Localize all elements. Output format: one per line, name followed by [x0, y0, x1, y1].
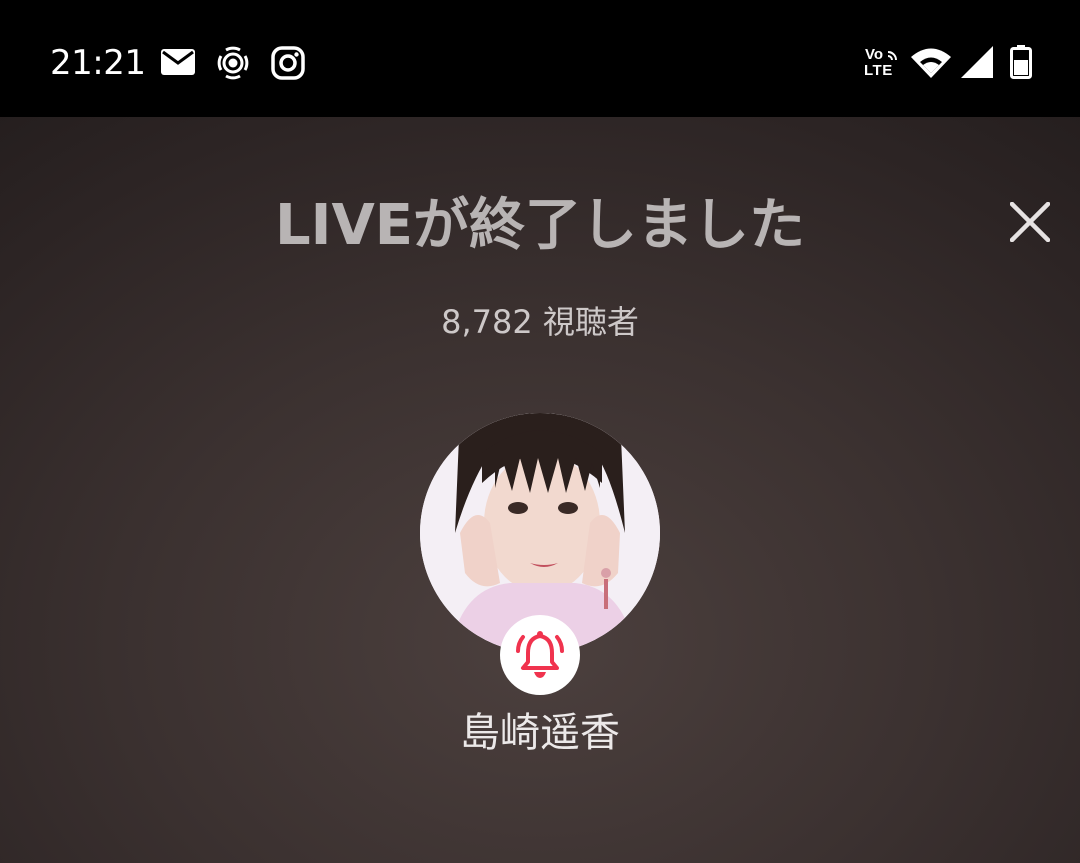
viewer-count: 8,782 視聴者 — [441, 303, 639, 341]
mail-icon — [161, 49, 195, 75]
wifi-icon — [911, 48, 951, 78]
host-name: 島崎遥香 — [460, 710, 620, 756]
broadcast-icon — [217, 46, 249, 80]
status-bar: 21:21 Vo LTE — [0, 0, 1080, 117]
cell-signal-icon — [961, 46, 993, 78]
notify-bell-button[interactable] — [500, 615, 580, 695]
instagram-icon — [271, 46, 305, 80]
battery-icon — [1010, 45, 1032, 79]
volte-icon: Vo LTE — [862, 46, 902, 82]
close-button[interactable] — [1000, 192, 1060, 252]
bell-icon — [516, 631, 564, 678]
status-time: 21:21 — [50, 43, 146, 83]
live-ended-title: LIVEが終了しました — [274, 193, 806, 258]
close-icon — [1010, 202, 1050, 242]
live-ended-screen: 21:21 Vo LTE LIVEが終了しました 8,782 視聴者 島崎遥香 — [0, 0, 1080, 863]
